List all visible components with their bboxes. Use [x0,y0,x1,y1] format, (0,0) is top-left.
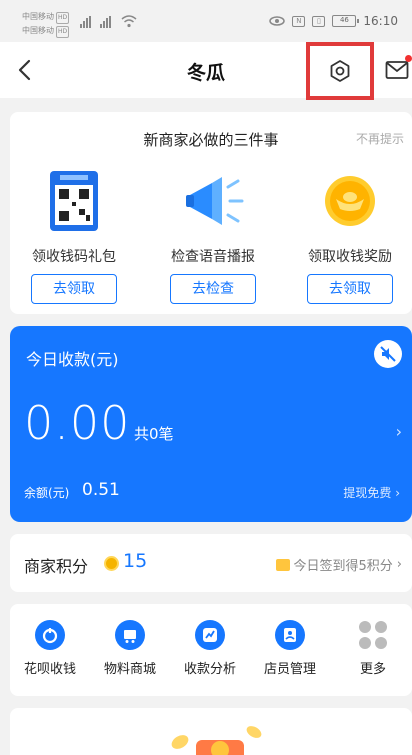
signal-icon [80,16,91,28]
wifi-icon [121,15,137,28]
shortcut-analytics[interactable]: 收款分析 [170,620,250,677]
signal-icon-2 [100,16,111,28]
promo-card[interactable] [10,708,412,755]
notification-dot [405,55,412,62]
nav-bar: 冬瓜 [0,42,412,100]
coin-icon [104,556,119,571]
shortcut-label: 店员管理 [263,662,316,677]
income-card[interactable]: 今日收款(元) 0.00 共0笔 › 余额(元) 0.51 提现免费 › [10,326,412,522]
balance-value: 0.51 [82,480,120,500]
carrier-2-label: 中国移动 [22,26,54,35]
settings-button[interactable] [306,42,374,100]
income-title: 今日收款(元) [26,350,119,369]
mail-icon[interactable] [385,60,409,82]
hd-badge: HD [56,12,70,24]
claim-qr-package-button[interactable]: 去领取 [31,274,117,304]
vibrate-icon: ▯ [312,15,326,27]
shortcut-label: 花呗收钱 [23,662,76,677]
task-label: 领取收钱奖励 [308,249,392,265]
onboarding-title: 新商家必做的三件事 [143,131,279,149]
shortcut-huabei[interactable]: 花呗收钱 [10,620,90,677]
shortcut-label: 更多 [359,662,386,677]
gear-icon[interactable] [328,59,352,83]
status-bar: 中国移动 HD 中国移动 HD N ▯ 46 16:10 [0,0,412,42]
carrier-2: 中国移动 HD [22,26,70,38]
balance-label: 余额(元) [24,486,70,500]
checkin-link[interactable]: 今日签到得5积分 › [275,555,402,574]
task-qr-package: 领收钱码礼包 去领取 [14,168,134,304]
qr-code-package-icon [50,171,98,231]
task-reward: 领取收钱奖励 去领取 [290,168,410,304]
shortcut-label: 物料商城 [103,662,156,677]
battery-level: 46 [339,16,349,24]
points-card[interactable]: 商家积分 15 今日签到得5积分 › [10,534,412,592]
battery-icon: 46 [332,15,360,27]
chevron-right-icon: › [395,422,402,441]
shortcut-label: 收款分析 [183,662,236,677]
promo-illustration [171,726,262,755]
task-label: 领收钱码礼包 [32,249,116,265]
chevron-right-icon: › [396,557,402,572]
onboarding-card: 新商家必做的三件事 不再提示 领收钱码礼包 去领取 检查语音播报 去检查 领取收… [10,112,412,314]
speaker-mute-icon[interactable] [379,345,397,363]
mute-button[interactable] [374,340,402,368]
withdraw-label: 提现免费 [343,486,392,500]
withdraw-link[interactable]: 提现免费 › [343,484,400,501]
calendar-icon [275,558,290,571]
clock: 16:10 [363,14,398,28]
checkin-label: 今日签到得5积分 [293,559,393,574]
shortcut-material-store[interactable]: 物料商城 [90,620,170,677]
status-right: N ▯ 46 16:10 [269,14,398,28]
dismiss-link[interactable]: 不再提示 [356,130,404,147]
huabei-icon [35,620,65,650]
shortcut-staff[interactable]: 店员管理 [250,620,330,677]
check-voice-button[interactable]: 去检查 [170,274,256,304]
task-voice-check: 检查语音播报 去检查 [153,168,273,304]
eye-icon [269,16,286,26]
shortcut-grid: 花呗收钱 物料商城 收款分析 店员管理 更多 [10,604,412,696]
gold-ingot-icon [325,176,375,226]
points-label: 商家积分 [24,557,89,576]
income-amount: 0.00 [24,396,131,450]
task-label: 检查语音播报 [171,249,255,265]
nfc-icon: N [292,15,306,27]
megaphone-icon [186,177,244,225]
chevron-right-icon: › [395,486,400,500]
carrier-1: 中国移动 HD [22,12,70,24]
claim-reward-button[interactable]: 去领取 [307,274,393,304]
points-value: 15 [123,550,148,572]
shopping-cart-icon [115,620,145,650]
hd-badge-2: HD [56,26,70,38]
mail-button[interactable] [385,55,412,83]
carrier-1-label: 中国移动 [22,12,54,21]
staff-icon [275,620,305,650]
more-grid-icon [358,620,388,650]
chart-icon [195,620,225,650]
transaction-count: 共0笔 [134,425,174,443]
shortcut-more[interactable]: 更多 [333,620,412,677]
